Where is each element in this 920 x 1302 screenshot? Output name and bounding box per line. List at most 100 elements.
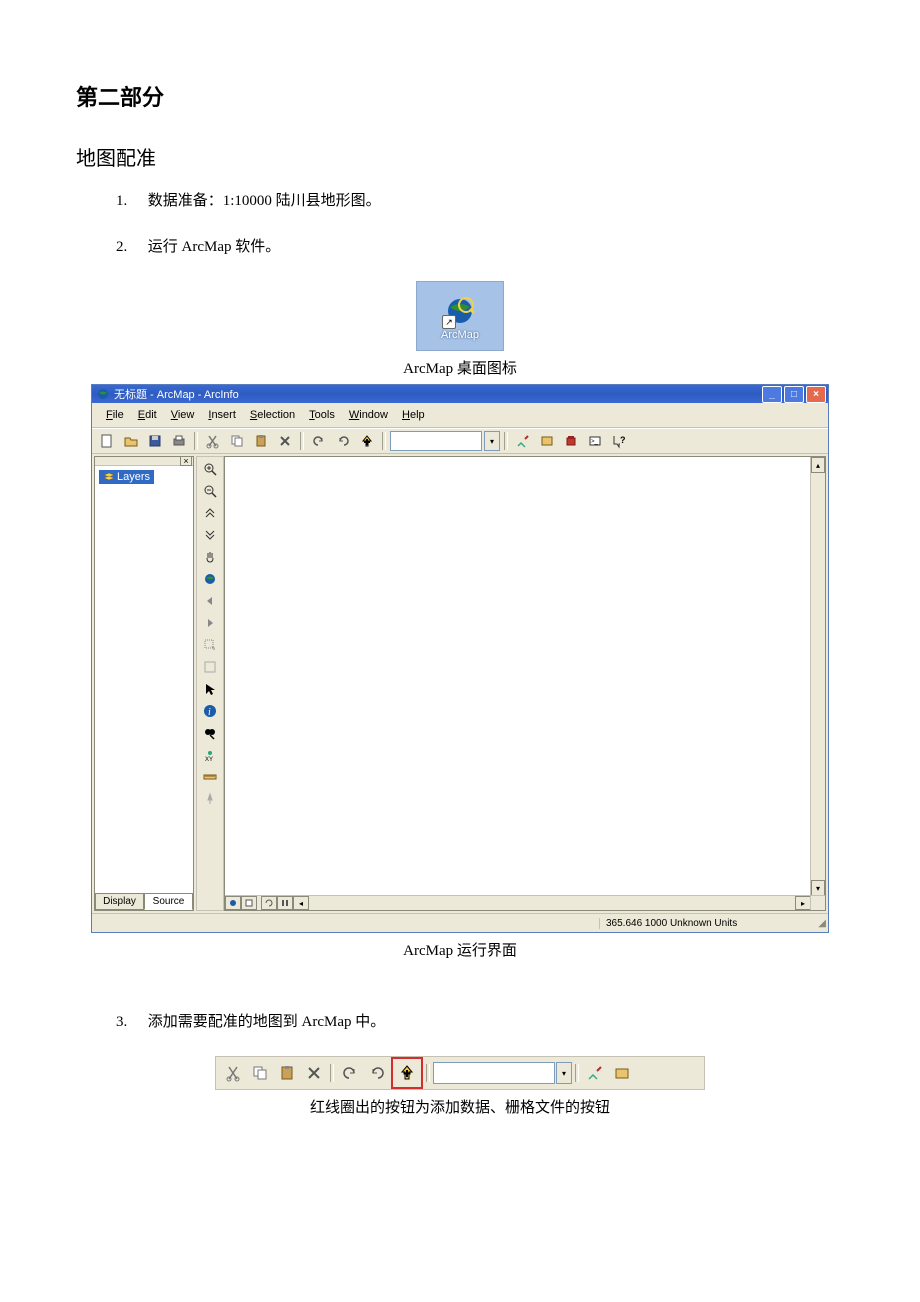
menu-selection[interactable]: Selection [244, 408, 301, 422]
editor-toolbar-icon[interactable] [582, 1060, 608, 1086]
undo-icon[interactable] [308, 430, 330, 452]
minimize-button[interactable]: _ [762, 386, 782, 403]
menu-view[interactable]: View [165, 408, 201, 422]
scrollbar-vertical[interactable]: ▴ ▾ [810, 457, 825, 896]
layers-root-node[interactable]: Layers [99, 470, 154, 484]
add-data-button[interactable] [394, 1060, 420, 1086]
scale-dropdown-icon[interactable]: ▾ [556, 1062, 572, 1084]
hyperlink-icon[interactable] [199, 789, 221, 809]
standard-toolbar-cropped: ▾ [215, 1056, 705, 1090]
menu-file[interactable]: File [100, 408, 130, 422]
tab-display[interactable]: Display [95, 893, 144, 910]
menu-window[interactable]: Window [343, 408, 394, 422]
cut-icon[interactable] [202, 430, 224, 452]
select-elements-icon[interactable] [199, 679, 221, 699]
print-icon[interactable] [168, 430, 190, 452]
menu-tools[interactable]: Tools [303, 408, 341, 422]
zoom-out-icon[interactable] [199, 481, 221, 501]
clear-selection-icon[interactable] [199, 657, 221, 677]
delete-icon[interactable] [301, 1060, 327, 1086]
table-of-contents-panel: × Layers Display Source [94, 456, 194, 911]
menu-help[interactable]: Help [396, 408, 431, 422]
whats-this-icon[interactable]: ? [608, 430, 630, 452]
next-extent-icon[interactable] [199, 613, 221, 633]
toc-tabs: Display Source [95, 893, 193, 910]
cut-icon[interactable] [220, 1060, 246, 1086]
separator [330, 1064, 334, 1082]
caption: 红线圈出的按钮为添加数据、栅格文件的按钮 [76, 1096, 844, 1117]
copy-icon[interactable] [226, 430, 248, 452]
scroll-right-icon[interactable]: ▸ [795, 896, 811, 910]
separator [382, 432, 386, 450]
paste-icon[interactable] [250, 430, 272, 452]
toc-close-icon[interactable]: × [180, 456, 192, 466]
save-icon[interactable] [144, 430, 166, 452]
tools-toolbar: i XY [196, 456, 224, 911]
arctoolbox-icon[interactable] [560, 430, 582, 452]
redo-icon[interactable] [332, 430, 354, 452]
list-item: 2. 运行 ArcMap 软件。 [116, 235, 844, 259]
svg-text:?: ? [620, 435, 626, 445]
scroll-corner [810, 895, 825, 910]
list-text: 数据准备：1:10000 陆川县地形图。 [148, 193, 381, 209]
find-icon[interactable] [199, 723, 221, 743]
svg-text:>_: >_ [591, 439, 599, 445]
fixed-zoom-out-icon[interactable] [199, 525, 221, 545]
arccatalog-icon[interactable] [536, 430, 558, 452]
fixed-zoom-in-icon[interactable] [199, 503, 221, 523]
add-data-button[interactable] [356, 430, 378, 452]
pause-drawing-icon[interactable] [277, 896, 293, 910]
measure-icon[interactable] [199, 767, 221, 787]
copy-icon[interactable] [247, 1060, 273, 1086]
layers-icon [103, 472, 115, 482]
arcmap-desktop-shortcut[interactable]: ↗ ArcMap [416, 281, 504, 351]
layout-view-icon[interactable] [241, 896, 257, 910]
separator [194, 432, 198, 450]
resize-grip-icon[interactable]: ◢ [812, 918, 828, 929]
caption: ArcMap 运行界面 [76, 939, 844, 960]
select-features-icon[interactable] [199, 635, 221, 655]
scroll-up-icon[interactable]: ▴ [811, 457, 825, 473]
data-view-icon[interactable] [225, 896, 241, 910]
arcmap-globe-icon: ↗ [444, 295, 476, 327]
statusbar: 365.646 1000 Unknown Units ◢ [92, 913, 828, 932]
editor-toolbar-icon[interactable] [512, 430, 534, 452]
delete-icon[interactable] [274, 430, 296, 452]
scale-dropdown-icon[interactable]: ▾ [484, 431, 500, 451]
open-icon[interactable] [120, 430, 142, 452]
scroll-left-icon[interactable]: ◂ [293, 896, 309, 910]
go-to-xy-icon[interactable]: XY [199, 745, 221, 765]
sub-title: 地图配准 [76, 142, 844, 171]
tab-source[interactable]: Source [144, 893, 193, 910]
close-button[interactable]: × [806, 386, 826, 403]
layers-tree[interactable]: Layers [95, 466, 193, 893]
maximize-button[interactable]: □ [784, 386, 804, 403]
new-doc-icon[interactable] [96, 430, 118, 452]
redo-icon[interactable] [364, 1060, 390, 1086]
separator [300, 432, 304, 450]
command-line-icon[interactable]: >_ [584, 430, 606, 452]
red-highlight-frame [391, 1057, 423, 1089]
toc-header: × [95, 457, 193, 466]
undo-icon[interactable] [337, 1060, 363, 1086]
identify-icon[interactable]: i [199, 701, 221, 721]
map-scale-input[interactable] [433, 1062, 555, 1084]
full-extent-icon[interactable] [199, 569, 221, 589]
prev-extent-icon[interactable] [199, 591, 221, 611]
map-canvas[interactable]: ▴ ▾ ◂ ▸ [224, 456, 826, 911]
refresh-icon[interactable] [261, 896, 277, 910]
menu-edit[interactable]: Edit [132, 408, 163, 422]
list-item: 1. 数据准备：1:10000 陆川县地形图。 [116, 189, 844, 213]
bottom-view-bar: ◂ ▸ [225, 895, 811, 910]
zoom-in-icon[interactable] [199, 459, 221, 479]
list-text: 运行 ArcMap 软件。 [148, 239, 280, 255]
arccatalog-icon[interactable] [609, 1060, 635, 1086]
map-scale-input[interactable] [390, 431, 482, 451]
app-icon [96, 387, 110, 401]
shortcut-arrow-icon: ↗ [442, 315, 456, 329]
pan-icon[interactable] [199, 547, 221, 567]
paste-icon[interactable] [274, 1060, 300, 1086]
caption: ArcMap 桌面图标 [76, 357, 844, 378]
menu-insert[interactable]: Insert [202, 408, 242, 422]
scroll-down-icon[interactable]: ▾ [811, 880, 825, 896]
